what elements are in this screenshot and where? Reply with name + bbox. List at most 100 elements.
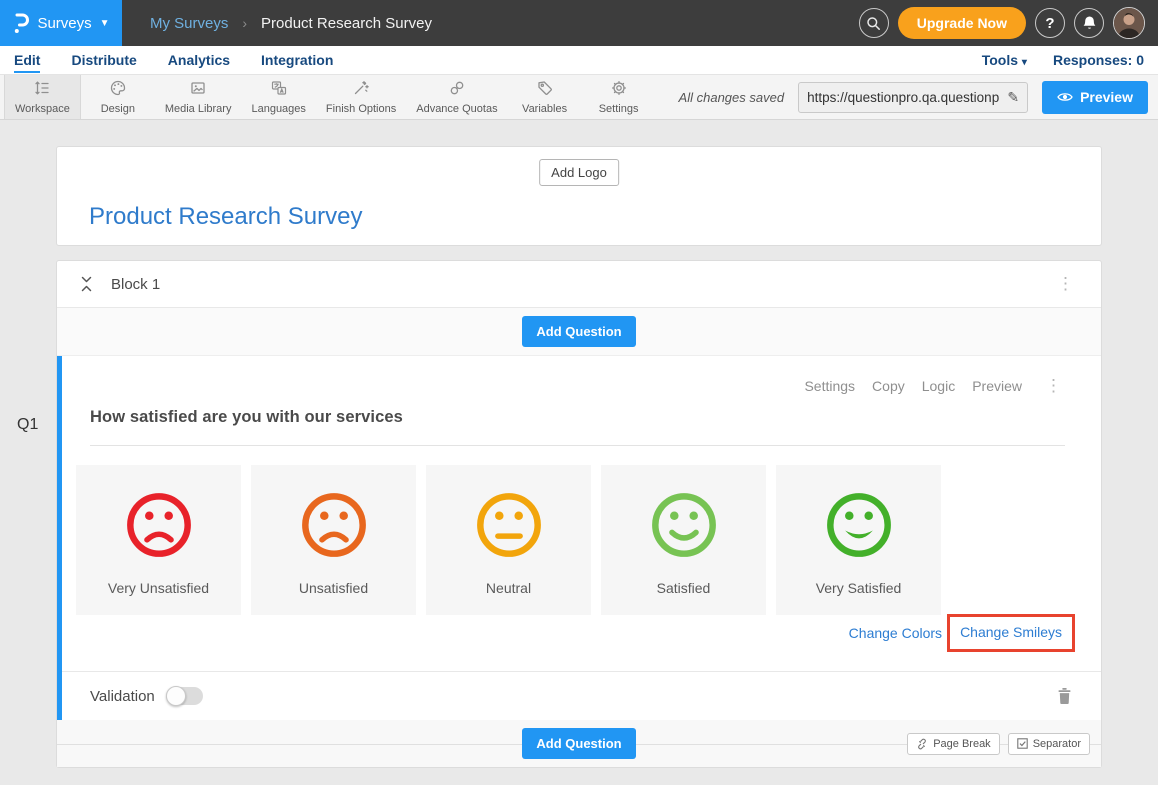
question-actions: Settings Copy Logic Preview ⋮ (804, 376, 1067, 396)
languages-icon (270, 78, 288, 97)
change-colors-link[interactable]: Change Colors (849, 625, 942, 641)
tab-integration[interactable]: Integration (261, 46, 333, 74)
tab-distribute[interactable]: Distribute (71, 46, 136, 74)
survey-url-value: https://questionpro.qa.questionp (807, 90, 1001, 105)
top-header: Surveys ▼ My Surveys › Product Research … (0, 0, 1158, 46)
page-break-button[interactable]: Page Break (907, 733, 999, 755)
breadcrumb: My Surveys › Product Research Survey (150, 15, 432, 32)
question-logic-link[interactable]: Logic (922, 378, 955, 394)
add-question-button-bottom[interactable]: Add Question (522, 728, 635, 759)
toolbar-item-settings[interactable]: Settings (582, 75, 656, 119)
question-section: Settings Copy Logic Preview ⋮ How satisf… (57, 356, 1101, 720)
change-smileys-link[interactable]: Change Smileys (960, 624, 1062, 640)
chain-links-icon (448, 78, 466, 97)
editor-toolbar: Workspace Design Media Library Languages… (0, 74, 1158, 120)
smiley-option-label: Very Unsatisfied (108, 580, 209, 596)
toolbar-item-languages[interactable]: Languages (241, 75, 315, 119)
bell-icon (1082, 15, 1097, 31)
trash-icon (1058, 688, 1071, 704)
preview-button[interactable]: Preview (1042, 81, 1148, 114)
user-avatar[interactable] (1113, 7, 1145, 39)
add-logo-button[interactable]: Add Logo (539, 159, 619, 186)
question-copy-link[interactable]: Copy (872, 378, 905, 394)
upgrade-now-button[interactable]: Upgrade Now (898, 7, 1026, 39)
smiley-option[interactable]: Neutral (426, 465, 591, 615)
notifications-button[interactable] (1074, 8, 1104, 38)
toggle-knob (166, 686, 186, 706)
smiley-row: Very Unsatisfied Unsatisfied Neutral Satisf… (76, 465, 941, 615)
block-card: Q1 Block 1 ⋮ Add Question Settings Copy … (56, 260, 1102, 768)
smiley-option-label: Satisfied (657, 580, 711, 596)
search-icon (866, 16, 881, 31)
toolbar-item-workspace[interactable]: Workspace (4, 75, 81, 119)
search-button[interactable] (859, 8, 889, 38)
workspace-icon (33, 78, 51, 97)
responses-count: Responses: 0 (1053, 52, 1144, 68)
block-footer: Add Question Page Break Separator (57, 720, 1101, 767)
smiley-option[interactable]: Satisfied (601, 465, 766, 615)
change-links: Change Colors Change Smileys (849, 614, 1075, 652)
toolbar-items: Workspace Design Media Library Languages… (0, 75, 656, 119)
tag-icon (536, 78, 554, 97)
media-library-icon (189, 78, 207, 97)
smiley-option-label: Very Satisfied (816, 580, 902, 596)
edit-url-pencil-icon[interactable]: ✎ (1007, 89, 1019, 106)
delete-question-button[interactable] (1056, 686, 1073, 706)
help-button[interactable]: ? (1035, 8, 1065, 38)
checkbox-checked-icon (1017, 738, 1028, 749)
smiley-option[interactable]: Very Unsatisfied (76, 465, 241, 615)
smiley-face-icon (822, 488, 896, 562)
collapse-block-icon[interactable] (81, 276, 92, 292)
smiley-face-icon (647, 488, 721, 562)
app-logo-menu[interactable]: Surveys ▼ (0, 0, 122, 46)
questionpro-logo-icon (12, 12, 29, 34)
toolbar-item-advance-quotas[interactable]: Advance Quotas (406, 75, 507, 119)
smiley-option-label: Neutral (486, 580, 531, 596)
question-options-menu-icon[interactable]: ⋮ (1041, 376, 1067, 396)
question-preview-link[interactable]: Preview (972, 378, 1022, 394)
toolbar-item-finish-options[interactable]: Finish Options (316, 75, 406, 119)
block-title: Block 1 (111, 276, 160, 293)
chevron-down-icon: ▼ (100, 18, 110, 29)
smiley-option-label: Unsatisfied (299, 580, 368, 596)
editor-canvas: Add Logo Product Research Survey Q1 Bloc… (0, 120, 1158, 768)
separator-button[interactable]: Separator (1008, 733, 1090, 755)
magic-wand-icon (352, 78, 370, 97)
toolbar-item-design[interactable]: Design (81, 75, 155, 119)
smiley-option[interactable]: Unsatisfied (251, 465, 416, 615)
footer-right-buttons: Page Break Separator (907, 733, 1090, 755)
question-settings-link[interactable]: Settings (804, 378, 855, 394)
block-header: Block 1 ⋮ (57, 261, 1101, 308)
tools-dropdown[interactable]: Tools ▾ (982, 52, 1027, 68)
block-options-menu-icon[interactable]: ⋮ (1053, 274, 1079, 294)
survey-nav: Edit Distribute Analytics Integration To… (0, 46, 1158, 74)
survey-header-card: Add Logo Product Research Survey (56, 146, 1102, 246)
breadcrumb-current-survey: Product Research Survey (261, 15, 432, 32)
toolbar-right: All changes saved https://questionpro.qa… (679, 75, 1158, 119)
question-id-label: Q1 (17, 416, 38, 434)
nav-right: Tools ▾ Responses: 0 (982, 52, 1144, 68)
question-mark-icon: ? (1045, 15, 1054, 32)
header-actions: Upgrade Now ? (859, 7, 1158, 39)
annotation-highlight-box: Change Smileys (947, 614, 1075, 652)
question-text[interactable]: How satisfied are you with our services (90, 408, 403, 426)
add-question-row-top: Add Question (57, 308, 1101, 356)
survey-title[interactable]: Product Research Survey (89, 203, 362, 231)
app-menu-label: Surveys (37, 15, 91, 32)
gear-icon (610, 78, 628, 97)
smiley-option[interactable]: Very Satisfied (776, 465, 941, 615)
validation-label: Validation (90, 688, 155, 705)
toolbar-item-media-library[interactable]: Media Library (155, 75, 242, 119)
survey-url-field[interactable]: https://questionpro.qa.questionp ✎ (798, 82, 1028, 113)
question-text-wrap: How satisfied are you with our services (90, 408, 1065, 446)
toolbar-item-variables[interactable]: Variables (508, 75, 582, 119)
add-question-button-top[interactable]: Add Question (522, 316, 635, 347)
tab-analytics[interactable]: Analytics (168, 46, 230, 74)
validation-toggle[interactable] (166, 687, 203, 705)
validation-row: Validation (62, 671, 1101, 720)
tab-edit[interactable]: Edit (14, 46, 40, 74)
save-status: All changes saved (679, 90, 785, 105)
breadcrumb-my-surveys[interactable]: My Surveys (150, 15, 228, 32)
design-palette-icon (109, 78, 127, 97)
eye-icon (1057, 91, 1073, 103)
